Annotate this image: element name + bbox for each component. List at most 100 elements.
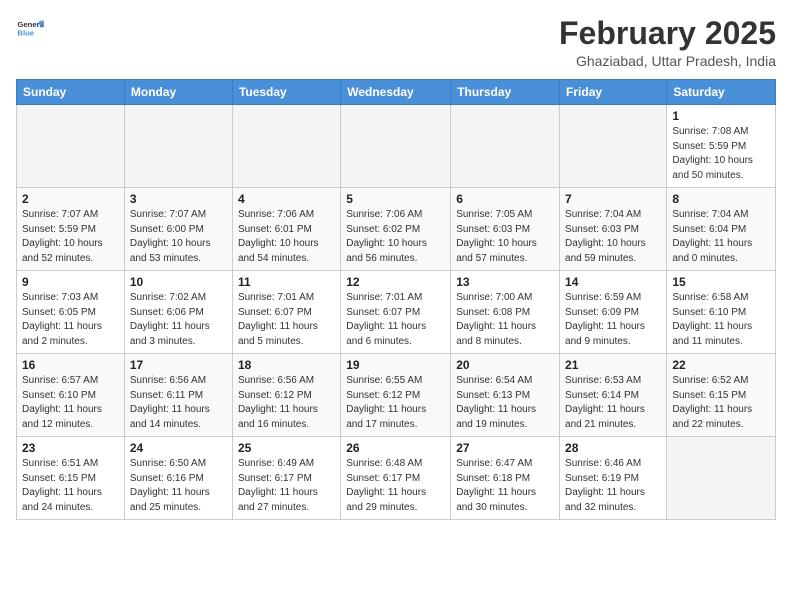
day-number: 25 xyxy=(238,441,335,455)
day-number: 28 xyxy=(565,441,661,455)
day-info: Sunrise: 6:47 AMSunset: 6:18 PMDaylight:… xyxy=(456,457,554,515)
calendar-cell: 11 Sunrise: 7:01 AMSunset: 6:07 PMDayligh… xyxy=(232,271,340,354)
day-info: Sunrise: 7:01 AMSunset: 6:07 PMDaylight:… xyxy=(346,291,445,349)
calendar-cell: 1 Sunrise: 7:08 AMSunset: 5:59 PMDaylight… xyxy=(667,105,776,188)
day-number: 20 xyxy=(456,358,554,372)
calendar-cell: 8 Sunrise: 7:04 AMSunset: 6:04 PMDaylight… xyxy=(667,188,776,271)
day-number: 11 xyxy=(238,275,335,289)
logo-icon: General Blue xyxy=(16,16,44,44)
week-row-3: 9 Sunrise: 7:03 AMSunset: 6:05 PMDaylight… xyxy=(17,271,776,354)
calendar-cell: 2 Sunrise: 7:07 AMSunset: 5:59 PMDaylight… xyxy=(17,188,125,271)
day-info: Sunrise: 6:51 AMSunset: 6:15 PMDaylight:… xyxy=(22,457,119,515)
day-number: 21 xyxy=(565,358,661,372)
day-info: Sunrise: 7:08 AMSunset: 5:59 PMDaylight:… xyxy=(672,125,770,183)
calendar-cell: 9 Sunrise: 7:03 AMSunset: 6:05 PMDaylight… xyxy=(17,271,125,354)
day-info: Sunrise: 6:56 AMSunset: 6:11 PMDaylight:… xyxy=(130,374,227,432)
day-number: 27 xyxy=(456,441,554,455)
calendar-cell: 5Sunrise: 7:06 AMSunset: 6:02 PMDaylight… xyxy=(341,188,451,271)
calendar-cell: 4 Sunrise: 7:06 AMSunset: 6:01 PMDaylight… xyxy=(232,188,340,271)
day-info: Sunrise: 6:56 AMSunset: 6:12 PMDaylight:… xyxy=(238,374,335,432)
day-number: 1 xyxy=(672,109,770,123)
day-info: Sunrise: 7:04 AMSunset: 6:04 PMDaylight:… xyxy=(672,208,770,266)
day-info: Sunrise: 6:46 AMSunset: 6:19 PMDaylight:… xyxy=(565,457,661,515)
calendar-cell: 19 Sunrise: 6:55 AMSunset: 6:12 PMDayligh… xyxy=(341,354,451,437)
calendar-cell: 12 Sunrise: 7:01 AMSunset: 6:07 PMDayligh… xyxy=(341,271,451,354)
calendar-cell xyxy=(560,105,667,188)
day-number: 6 xyxy=(456,192,554,206)
day-info: Sunrise: 6:59 AMSunset: 6:09 PMDaylight:… xyxy=(565,291,661,349)
weekday-header-friday: Friday xyxy=(560,80,667,105)
weekday-header-row: SundayMondayTuesdayWednesdayThursdayFrid… xyxy=(17,80,776,105)
calendar-cell xyxy=(124,105,232,188)
calendar-cell xyxy=(341,105,451,188)
calendar-cell: 23 Sunrise: 6:51 AMSunset: 6:15 PMDayligh… xyxy=(17,437,125,520)
day-info: Sunrise: 6:55 AMSunset: 6:12 PMDaylight:… xyxy=(346,374,445,432)
day-info: Sunrise: 7:00 AMSunset: 6:08 PMDaylight:… xyxy=(456,291,554,349)
calendar-cell: 14 Sunrise: 6:59 AMSunset: 6:09 PMDayligh… xyxy=(560,271,667,354)
day-number: 4 xyxy=(238,192,335,206)
calendar-cell: 20 Sunrise: 6:54 AMSunset: 6:13 PMDayligh… xyxy=(451,354,560,437)
svg-text:Blue: Blue xyxy=(17,29,34,38)
day-info: Sunrise: 7:06 AMSunset: 6:02 PMDaylight:… xyxy=(346,208,445,266)
day-info: Sunrise: 7:06 AMSunset: 6:01 PMDaylight:… xyxy=(238,208,335,266)
day-number: 7 xyxy=(565,192,661,206)
day-number: 3 xyxy=(130,192,227,206)
calendar-cell: 6 Sunrise: 7:05 AMSunset: 6:03 PMDaylight… xyxy=(451,188,560,271)
day-number: 15 xyxy=(672,275,770,289)
weekday-header-sunday: Sunday xyxy=(17,80,125,105)
calendar-cell: 25 Sunrise: 6:49 AMSunset: 6:17 PMDayligh… xyxy=(232,437,340,520)
day-number: 18 xyxy=(238,358,335,372)
calendar-cell: 22Sunrise: 6:52 AMSunset: 6:15 PMDayligh… xyxy=(667,354,776,437)
day-number: 14 xyxy=(565,275,661,289)
page: General Blue February 2025 Ghaziabad, Ut… xyxy=(0,0,792,528)
calendar-cell: 13 Sunrise: 7:00 AMSunset: 6:08 PMDayligh… xyxy=(451,271,560,354)
day-info: Sunrise: 6:58 AMSunset: 6:10 PMDaylight:… xyxy=(672,291,770,349)
weekday-header-thursday: Thursday xyxy=(451,80,560,105)
day-number: 13 xyxy=(456,275,554,289)
calendar-cell: 18 Sunrise: 6:56 AMSunset: 6:12 PMDayligh… xyxy=(232,354,340,437)
day-number: 24 xyxy=(130,441,227,455)
location-subtitle: Ghaziabad, Uttar Pradesh, India xyxy=(559,53,776,69)
day-number: 9 xyxy=(22,275,119,289)
calendar-cell xyxy=(232,105,340,188)
calendar-cell xyxy=(17,105,125,188)
day-number: 23 xyxy=(22,441,119,455)
day-info: Sunrise: 7:04 AMSunset: 6:03 PMDaylight:… xyxy=(565,208,661,266)
week-row-1: 1 Sunrise: 7:08 AMSunset: 5:59 PMDaylight… xyxy=(17,105,776,188)
day-number: 8 xyxy=(672,192,770,206)
weekday-header-monday: Monday xyxy=(124,80,232,105)
day-number: 19 xyxy=(346,358,445,372)
calendar-cell xyxy=(667,437,776,520)
weekday-header-tuesday: Tuesday xyxy=(232,80,340,105)
weekday-header-saturday: Saturday xyxy=(667,80,776,105)
day-number: 12 xyxy=(346,275,445,289)
calendar-cell: 17 Sunrise: 6:56 AMSunset: 6:11 PMDayligh… xyxy=(124,354,232,437)
day-number: 26 xyxy=(346,441,445,455)
calendar-cell: 10Sunrise: 7:02 AMSunset: 6:06 PMDayligh… xyxy=(124,271,232,354)
day-info: Sunrise: 6:48 AMSunset: 6:17 PMDaylight:… xyxy=(346,457,445,515)
calendar-cell: 28 Sunrise: 6:46 AMSunset: 6:19 PMDayligh… xyxy=(560,437,667,520)
calendar-table: SundayMondayTuesdayWednesdayThursdayFrid… xyxy=(16,79,776,520)
week-row-4: 16Sunrise: 6:57 AMSunset: 6:10 PMDayligh… xyxy=(17,354,776,437)
calendar-cell xyxy=(451,105,560,188)
calendar-cell: 3 Sunrise: 7:07 AMSunset: 6:00 PMDaylight… xyxy=(124,188,232,271)
calendar-cell: 26 Sunrise: 6:48 AMSunset: 6:17 PMDayligh… xyxy=(341,437,451,520)
day-number: 17 xyxy=(130,358,227,372)
day-info: Sunrise: 7:02 AMSunset: 6:06 PMDaylight:… xyxy=(130,291,227,349)
calendar-cell: 24Sunrise: 6:50 AMSunset: 6:16 PMDayligh… xyxy=(124,437,232,520)
day-info: Sunrise: 7:07 AMSunset: 6:00 PMDaylight:… xyxy=(130,208,227,266)
weekday-header-wednesday: Wednesday xyxy=(341,80,451,105)
logo: General Blue xyxy=(16,16,44,44)
day-number: 2 xyxy=(22,192,119,206)
day-info: Sunrise: 6:54 AMSunset: 6:13 PMDaylight:… xyxy=(456,374,554,432)
day-info: Sunrise: 7:01 AMSunset: 6:07 PMDaylight:… xyxy=(238,291,335,349)
day-info: Sunrise: 7:03 AMSunset: 6:05 PMDaylight:… xyxy=(22,291,119,349)
calendar-cell: 27 Sunrise: 6:47 AMSunset: 6:18 PMDayligh… xyxy=(451,437,560,520)
week-row-5: 23 Sunrise: 6:51 AMSunset: 6:15 PMDayligh… xyxy=(17,437,776,520)
day-info: Sunrise: 7:05 AMSunset: 6:03 PMDaylight:… xyxy=(456,208,554,266)
day-info: Sunrise: 7:07 AMSunset: 5:59 PMDaylight:… xyxy=(22,208,119,266)
day-info: Sunrise: 6:49 AMSunset: 6:17 PMDaylight:… xyxy=(238,457,335,515)
calendar-cell: 16Sunrise: 6:57 AMSunset: 6:10 PMDayligh… xyxy=(17,354,125,437)
calendar-cell: 7 Sunrise: 7:04 AMSunset: 6:03 PMDaylight… xyxy=(560,188,667,271)
calendar-cell: 15 Sunrise: 6:58 AMSunset: 6:10 PMDayligh… xyxy=(667,271,776,354)
